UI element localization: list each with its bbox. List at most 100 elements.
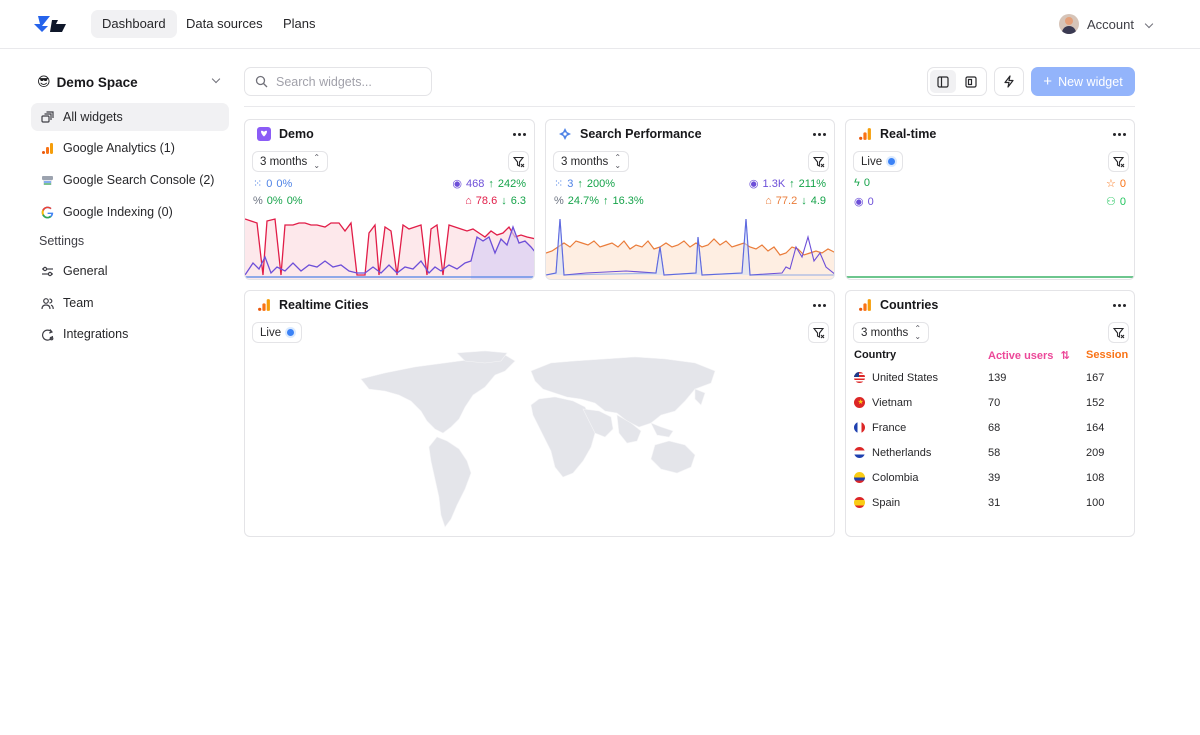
flag-nl-icon: [854, 447, 865, 458]
date-range-label: 3 months: [561, 155, 609, 168]
flag-co-icon: [854, 472, 865, 483]
country-name: Colombia: [872, 472, 919, 484]
search-sparkline-chart: [546, 218, 834, 279]
widget-menu-button[interactable]: [1109, 296, 1129, 314]
sparkle-icon: ⁙: [253, 178, 263, 190]
new-widget-button[interactable]: + New widget: [1031, 67, 1135, 96]
metric-position: ⌂ 78.6 ↓ 6.3: [465, 195, 526, 207]
sidebar-item-label: Google Indexing (0): [63, 205, 173, 219]
column-header-country[interactable]: Country: [854, 349, 896, 361]
metric-conversions: ☆ 0: [1106, 177, 1126, 191]
metric-impressions: ◉ 468 ↑ 242%: [452, 177, 526, 191]
sparkle-icon: ⁙: [554, 178, 564, 190]
widget-search-performance: Search Performance 3 months ⌃ ⌄ ⁙ 3 ↑ 200…: [545, 119, 835, 280]
country-name: Spain: [872, 497, 901, 509]
chevron-updown-icon: ⌃ ⌄: [313, 152, 321, 170]
date-range-select[interactable]: 3 months ⌃ ⌄: [553, 151, 630, 172]
percent-icon: %: [554, 195, 564, 207]
table-row[interactable]: United States 139 167: [846, 367, 1134, 392]
live-indicator: Live: [853, 151, 904, 172]
sidebar-item-google-analytics[interactable]: Google Analytics (1): [31, 134, 229, 162]
filter-button[interactable]: [1108, 322, 1129, 343]
date-range-select[interactable]: 3 months ⌃ ⌄: [853, 322, 930, 343]
account-label: Account: [1087, 16, 1134, 32]
table-row[interactable]: ★ Vietnam 70 152: [846, 392, 1134, 417]
active-users-value: 58: [988, 447, 1001, 459]
filter-button[interactable]: [1108, 151, 1129, 172]
metric-clicks: ⁙ 3 ↑ 200%: [554, 177, 615, 191]
table-row[interactable]: Spain 31 100: [846, 492, 1134, 517]
chevron-down-icon: [211, 74, 221, 84]
filter-button[interactable]: [508, 151, 529, 172]
sidebar-item-integrations[interactable]: Integrations: [31, 320, 229, 348]
google-icon: [41, 206, 54, 219]
widget-title: Countries: [880, 298, 939, 312]
sidebar-item-general[interactable]: General: [31, 257, 229, 285]
table-row[interactable]: Colombia 39 108: [846, 467, 1134, 492]
metric-value: 3: [567, 177, 574, 190]
live-label: Live: [260, 326, 282, 339]
eye-icon: ◉: [748, 178, 759, 190]
active-users-value: 70: [988, 397, 1001, 409]
users-icon: [41, 297, 54, 310]
search-icon: [255, 75, 268, 88]
position-icon: ⌂: [765, 195, 772, 207]
filter-icon: [812, 327, 824, 338]
sidebar-item-all-widgets[interactable]: All widgets: [31, 103, 229, 131]
table-row[interactable]: France 68 164: [846, 417, 1134, 442]
flag-fr-icon: [854, 422, 865, 433]
search-widgets[interactable]: [244, 67, 432, 96]
eye-icon: ◉: [854, 196, 864, 208]
sidebar-item-google-indexing[interactable]: Google Indexing (0): [31, 198, 229, 226]
country-name: Vietnam: [872, 397, 913, 409]
arrow-up-icon: ↑: [602, 195, 609, 207]
chevron-updown-icon: ⌃ ⌄: [614, 152, 622, 170]
widget-menu-button[interactable]: [1109, 125, 1129, 143]
sidebar-item-label: General: [63, 264, 108, 278]
sidebar-layout-icon: [937, 75, 949, 88]
metric-change: 0%: [276, 177, 293, 190]
filter-button[interactable]: [808, 322, 829, 343]
new-widget-label: New widget: [1058, 74, 1123, 89]
search-console-icon: [41, 174, 54, 187]
widget-header: Demo: [257, 127, 314, 141]
star-icon: ☆: [1106, 178, 1116, 190]
active-users-value: 31: [988, 497, 1001, 509]
chevron-updown-icon: ⌃ ⌄: [914, 323, 922, 341]
bolt-icon: [1004, 75, 1014, 88]
panel-layout-icon: [965, 75, 977, 88]
flag-us-icon: [854, 372, 865, 383]
sidebar-item-google-search-console[interactable]: Google Search Console (2): [31, 166, 229, 194]
app-logo[interactable]: [32, 14, 68, 34]
space-selector[interactable]: 😎 Demo Space: [37, 72, 223, 92]
sidebar-item-team[interactable]: Team: [31, 289, 229, 317]
column-header-active-users[interactable]: Active users ⇅: [988, 349, 1070, 362]
demo-sparkline-chart: [245, 218, 534, 279]
nav-tab-data-sources[interactable]: Data sources: [175, 10, 274, 38]
metric-ctr: % 0% 0%: [253, 195, 303, 207]
column-header-sessions[interactable]: Session: [1086, 349, 1128, 361]
avatar: [1059, 14, 1080, 34]
metric-value: 468: [466, 177, 485, 190]
sidebar-layout-button[interactable]: [930, 70, 956, 93]
widget-header: Realtime Cities: [257, 298, 369, 312]
search-console-icon: [559, 128, 571, 140]
date-range-select[interactable]: 3 months ⌃ ⌄: [252, 151, 329, 172]
table-row[interactable]: Netherlands 58 209: [846, 442, 1134, 467]
widget-menu-button[interactable]: [809, 296, 829, 314]
search-input[interactable]: [276, 74, 426, 89]
widget-menu-button[interactable]: [509, 125, 529, 143]
chevron-down-icon: [1144, 19, 1154, 29]
metric-change: 0%: [286, 195, 303, 207]
widget-header: Real-time: [858, 127, 936, 141]
widget-menu-button[interactable]: [809, 125, 829, 143]
column-header-label: Active users: [988, 350, 1054, 362]
nav-tab-plans[interactable]: Plans: [272, 10, 327, 38]
panel-layout-button[interactable]: [958, 70, 984, 93]
filter-button[interactable]: [808, 151, 829, 172]
nav-tab-dashboard[interactable]: Dashboard: [91, 10, 177, 38]
toolbar-divider: [244, 106, 1135, 107]
date-range-label: 3 months: [260, 155, 308, 168]
account-menu[interactable]: Account: [1059, 12, 1154, 36]
automations-button[interactable]: [994, 67, 1024, 96]
